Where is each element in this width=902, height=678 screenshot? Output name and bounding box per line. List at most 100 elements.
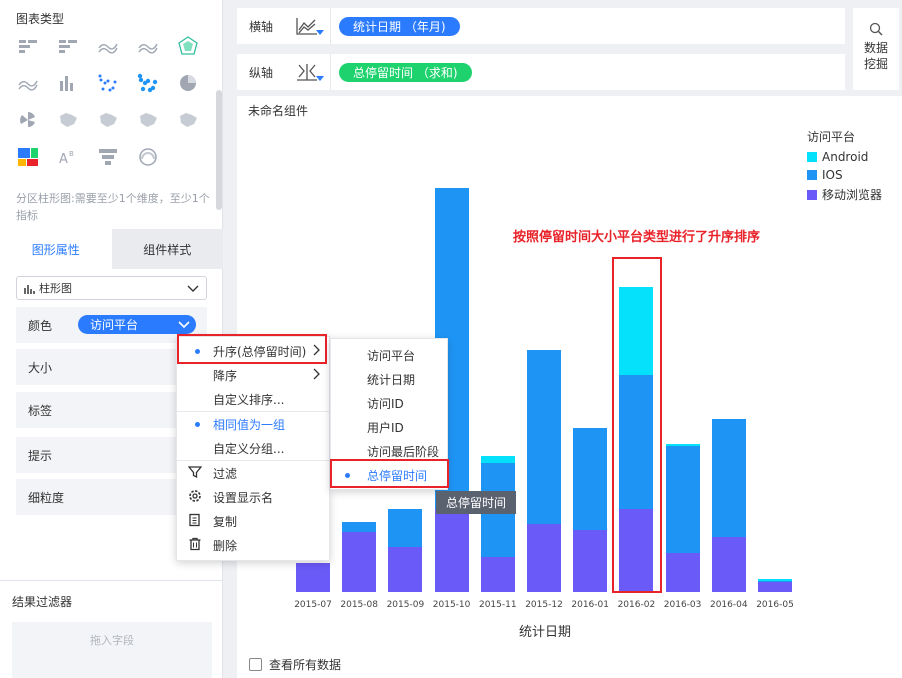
flow-map-icon[interactable] — [136, 108, 160, 132]
checkbox[interactable] — [249, 658, 262, 671]
bar-segment[interactable] — [527, 350, 561, 525]
copy-icon — [189, 513, 200, 527]
x-axis-type-selector[interactable] — [283, 8, 331, 44]
legend-item-android[interactable]: Android — [807, 150, 868, 164]
word-cloud-icon[interactable]: AB — [56, 145, 80, 169]
bar-segment[interactable] — [573, 529, 608, 592]
menu-item-custom-sort[interactable]: 自定义排序... — [177, 387, 329, 411]
property-color-label: 颜色 — [28, 318, 53, 333]
bubble-icon[interactable] — [136, 71, 160, 95]
bar-segment[interactable] — [665, 446, 700, 553]
menu-item-label: 过滤 — [213, 466, 238, 481]
legend-label: 移动浏览器 — [822, 188, 883, 202]
treemap-icon[interactable] — [16, 145, 40, 169]
line-wave-icon[interactable] — [96, 34, 120, 58]
submenu-item[interactable]: 统计日期 — [331, 367, 447, 391]
x-axis-title: 统计日期 — [519, 625, 572, 640]
china-map-icon[interactable] — [56, 108, 80, 132]
bar-segment[interactable] — [711, 419, 746, 537]
legend-swatch — [807, 170, 817, 180]
bar-grouped-icon[interactable] — [56, 34, 80, 58]
annotation-text: 按照停留时间大小平台类型进行了升序排序 — [513, 230, 761, 245]
bar-segment[interactable] — [388, 509, 423, 547]
menu-item-label: 自定义排序... — [213, 392, 285, 407]
view-all-data-checkbox[interactable]: 查看所有数据 — [249, 656, 341, 673]
bar-cross-icon[interactable] — [16, 34, 40, 58]
rose-icon[interactable] — [16, 108, 40, 132]
bar-segment[interactable] — [480, 557, 515, 592]
menu-item-label: 降序 — [213, 368, 238, 383]
bar-segment[interactable] — [527, 524, 561, 592]
submenu-item[interactable]: 访问ID — [331, 391, 447, 415]
bar-segment[interactable] — [665, 552, 700, 592]
legend-label: Android — [822, 150, 869, 164]
menu-item-filter[interactable]: 过滤 — [177, 461, 329, 485]
chart-type-hint: 分区柱形图:需要至少1个维度，至少1个指标 — [16, 192, 210, 222]
menu-item-set-display-name[interactable]: 设置显示名 — [177, 485, 329, 509]
legend-item-mobile-browser[interactable]: 移动浏览器 — [807, 186, 882, 203]
y-axis-field-pill[interactable]: 总停留时间 （求和) — [339, 62, 472, 82]
submenu-item-label: 用户ID — [367, 420, 404, 435]
result-filter-title: 结果过滤器 — [12, 595, 73, 609]
x-tick-label: 2016-05 — [756, 600, 794, 610]
point-map-icon[interactable] — [96, 108, 120, 132]
pie-icon[interactable] — [176, 71, 200, 95]
view-all-data-label: 查看所有数据 — [269, 658, 342, 672]
menu-item-label: 复制 — [213, 514, 238, 529]
submenu-item-label: 访问最后阶段 — [367, 444, 440, 459]
data-mining-button[interactable]: 数据挖掘 — [853, 8, 899, 90]
x-axis-field-pill[interactable]: 统计日期 （年月) — [339, 16, 460, 36]
bar-segment[interactable] — [758, 580, 792, 582]
bar-segment[interactable] — [296, 562, 330, 592]
tab-graphic-properties[interactable]: 图形属性 — [0, 229, 112, 269]
caret-down-icon — [316, 30, 324, 35]
chart-type-section-title: 图表类型 — [16, 12, 65, 26]
property-size-label: 大小 — [28, 360, 53, 375]
bar-segment[interactable] — [758, 578, 792, 581]
submenu-item[interactable]: 访问平台 — [331, 343, 447, 367]
bar-chart-icon — [24, 284, 35, 294]
y-axis-type-selector[interactable] — [283, 54, 331, 90]
bar-segment[interactable] — [480, 455, 515, 464]
bar-segment[interactable] — [342, 522, 377, 532]
menu-item-delete[interactable]: 删除 — [177, 533, 329, 557]
color-field-pill[interactable]: 访问平台 — [78, 315, 196, 334]
x-tick-label: 2015-08 — [340, 600, 378, 610]
chart-type-select[interactable]: 柱形图 — [16, 276, 207, 300]
x-tick-label: 2016-02 — [617, 600, 656, 610]
submenu-item-label: 统计日期 — [367, 372, 416, 387]
bar-segment[interactable] — [434, 509, 469, 592]
scrollbar-thumb[interactable] — [216, 90, 222, 210]
highlight-box — [612, 257, 662, 593]
x-tick-label: 2015-09 — [386, 600, 425, 610]
menu-item-copy[interactable]: 复制 — [177, 509, 329, 533]
scatter-icon[interactable] — [96, 71, 120, 95]
radar-icon[interactable] — [176, 34, 200, 58]
property-granularity-label: 细粒度 — [28, 490, 65, 505]
menu-item-group-same-values[interactable]: 相同值为一组 — [177, 412, 329, 436]
area-line-icon[interactable] — [136, 34, 160, 58]
bar-segment[interactable] — [665, 444, 700, 447]
chevron-down-icon[interactable] — [177, 317, 191, 331]
gauge-icon[interactable] — [136, 145, 160, 169]
legend-item-ios[interactable]: IOS — [807, 168, 843, 182]
bar-segment[interactable] — [573, 427, 608, 530]
component-title: 未命名组件 — [248, 104, 309, 118]
result-filter-placeholder: 拖入字段 — [90, 634, 134, 647]
menu-item-descending[interactable]: 降序 — [177, 363, 329, 387]
bar-segment[interactable] — [342, 531, 377, 592]
bar-segment[interactable] — [758, 581, 792, 592]
heat-map-icon[interactable] — [176, 108, 200, 132]
tab-component-style[interactable]: 组件样式 — [111, 229, 223, 269]
multi-line-icon[interactable] — [16, 71, 40, 95]
submenu-item[interactable]: 用户ID — [331, 415, 447, 439]
column-icon[interactable] — [56, 71, 80, 95]
svg-text:B: B — [69, 150, 74, 158]
menu-item-custom-group[interactable]: 自定义分组... — [177, 436, 329, 460]
bar-segment[interactable] — [711, 536, 746, 592]
chevron-down-icon — [187, 285, 199, 292]
bar-segment[interactable] — [388, 546, 423, 592]
x-axis-row: 横轴 统计日期 （年月) — [237, 8, 845, 44]
funnel-icon[interactable] — [96, 145, 120, 169]
result-filter-dropzone[interactable]: 拖入字段 — [12, 622, 212, 678]
